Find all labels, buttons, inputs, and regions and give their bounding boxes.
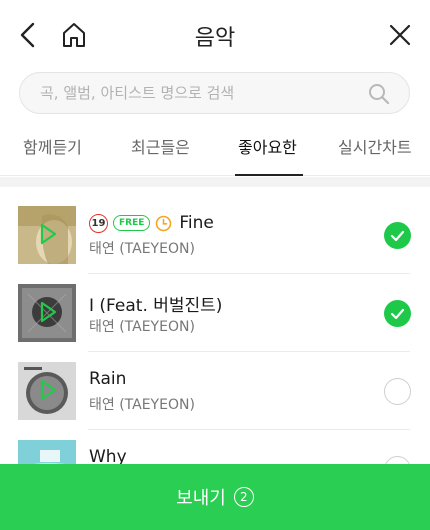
play-icon — [40, 379, 57, 401]
tab-recent[interactable]: 최근들은 — [131, 134, 190, 158]
close-icon — [389, 24, 411, 46]
checkmark-icon — [390, 230, 405, 241]
tab-bar: 함께듣기 최근들은 좋아요한 실시간차트 — [0, 120, 430, 176]
search-input[interactable] — [40, 84, 360, 102]
song-title-line: 19 FREE Fine — [89, 213, 214, 233]
tab-listen-together[interactable]: 함께듣기 — [23, 134, 82, 158]
select-checkbox[interactable] — [384, 378, 411, 405]
clock-icon — [155, 215, 172, 232]
album-art — [18, 284, 76, 342]
free-badge: FREE — [113, 215, 151, 231]
tab-realtime-chart[interactable]: 실시간차트 — [338, 134, 412, 158]
song-title-line: I (Feat. 버벌진트) — [89, 291, 222, 316]
play-icon — [40, 301, 57, 323]
checkmark-icon — [390, 308, 405, 319]
search-icon[interactable] — [367, 82, 391, 110]
tab-liked[interactable]: 좋아요한 — [238, 134, 297, 158]
song-artist: 태연 (TAEYEON) — [89, 397, 195, 413]
song-title: Rain — [89, 369, 127, 389]
chevron-left-icon — [20, 22, 35, 48]
selected-count-badge: 2 — [233, 487, 254, 507]
top-bar: 음악 — [0, 0, 430, 70]
close-button[interactable] — [382, 17, 418, 53]
play-icon — [40, 223, 57, 245]
song-artist: 태연 (TAEYEON) — [89, 319, 195, 335]
song-row[interactable]: 19 FREE Fine 태연 (TAEYEON) — [0, 196, 430, 273]
song-row[interactable]: I (Feat. 버벌진트) 태연 (TAEYEON) — [0, 274, 430, 351]
active-tab-indicator — [235, 174, 303, 176]
send-label: 보내기 — [176, 488, 226, 509]
song-title-line: Rain — [89, 369, 126, 389]
song-row[interactable]: Rain 태연 (TAEYEON) — [0, 352, 430, 429]
song-artist: 태연 (TAEYEON) — [89, 241, 195, 257]
song-title: I (Feat. 버벌진트) — [89, 296, 223, 316]
section-divider — [0, 177, 430, 187]
song-title: Fine — [179, 213, 214, 233]
select-checkbox[interactable] — [384, 300, 411, 327]
send-button[interactable]: 보내기 2 — [0, 464, 430, 530]
search-box — [19, 72, 410, 114]
home-button[interactable] — [56, 17, 92, 53]
back-button[interactable] — [10, 17, 46, 53]
select-checkbox[interactable] — [384, 222, 411, 249]
home-icon — [63, 23, 85, 47]
album-art — [18, 362, 76, 420]
age-19-badge: 19 — [89, 213, 108, 233]
album-art — [18, 206, 76, 264]
